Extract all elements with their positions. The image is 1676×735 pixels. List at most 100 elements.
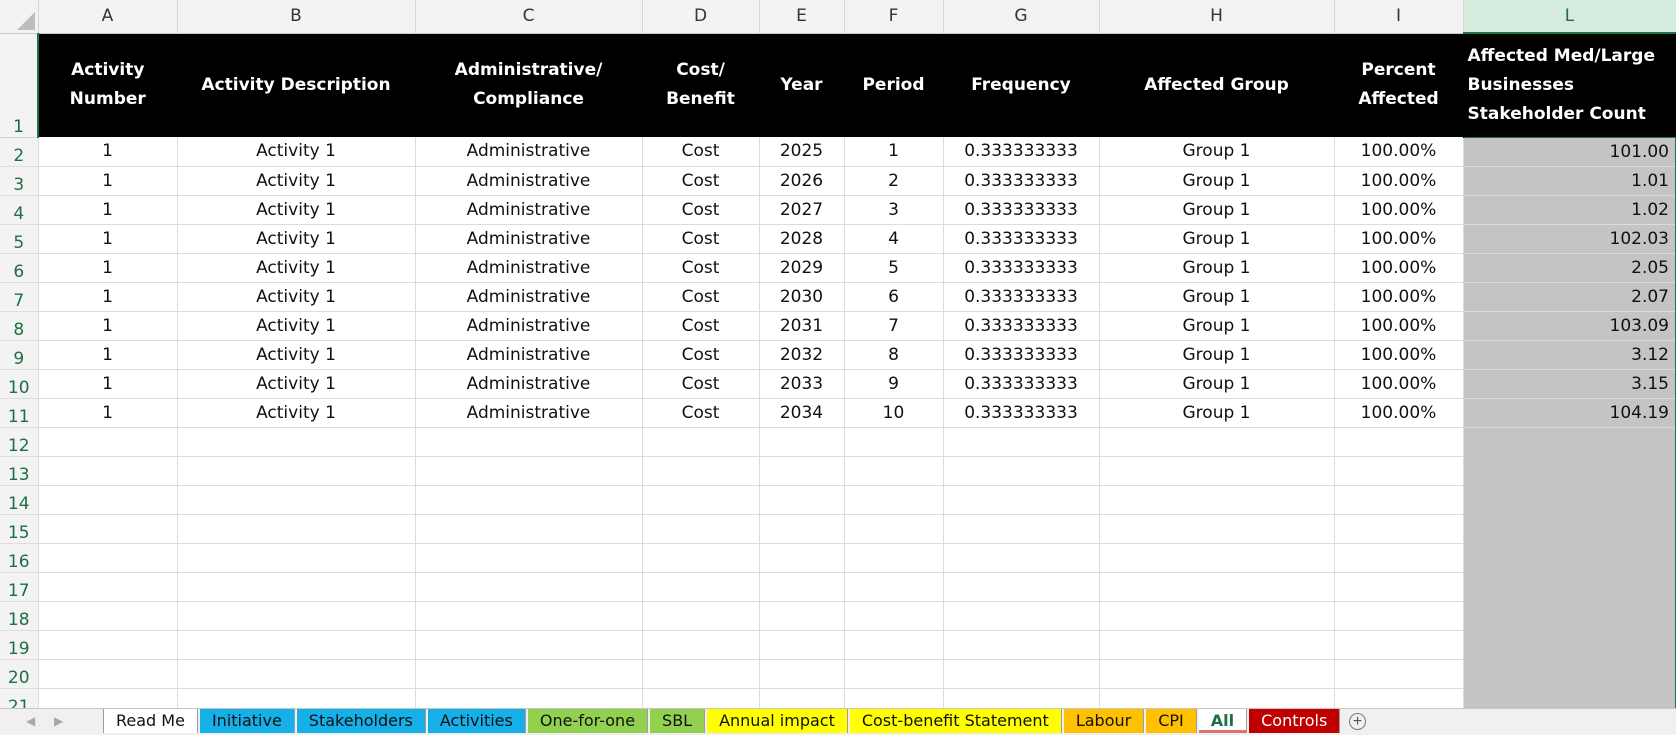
- cell-b[interactable]: Activity 1: [177, 311, 416, 341]
- row-header[interactable]: 20: [0, 659, 39, 689]
- empty-cell-f[interactable]: [844, 630, 944, 660]
- cell-a[interactable]: 1: [38, 311, 178, 341]
- empty-cell-e[interactable]: [759, 630, 845, 660]
- cell-f[interactable]: 4: [844, 224, 944, 254]
- cell-f[interactable]: 6: [844, 282, 944, 312]
- empty-cell-d[interactable]: [642, 514, 760, 544]
- empty-cell-e[interactable]: [759, 427, 845, 457]
- cell-d[interactable]: Cost: [642, 282, 760, 312]
- cell-d[interactable]: Cost: [642, 224, 760, 254]
- empty-cell-g[interactable]: [943, 688, 1100, 708]
- add-sheet-icon[interactable]: +: [1349, 713, 1366, 730]
- cell-i[interactable]: 100.00%: [1334, 398, 1464, 428]
- empty-cell-g[interactable]: [943, 485, 1100, 515]
- row-header[interactable]: 15: [0, 514, 39, 544]
- cell-e[interactable]: 2033: [759, 369, 845, 399]
- header-cell-i[interactable]: Percent Affected: [1334, 33, 1464, 137]
- empty-cell-c[interactable]: [415, 456, 643, 486]
- empty-cell-c[interactable]: [415, 485, 643, 515]
- empty-cell-g[interactable]: [943, 601, 1100, 631]
- row-header[interactable]: 5: [0, 224, 39, 254]
- empty-cell-e[interactable]: [759, 456, 845, 486]
- cell-c[interactable]: Administrative: [415, 253, 643, 283]
- empty-cell-i[interactable]: [1334, 572, 1464, 602]
- empty-cell-g[interactable]: [943, 543, 1100, 573]
- empty-cell-l[interactable]: [1462, 427, 1676, 457]
- sheet-tab-initiative[interactable]: Initiative: [199, 709, 295, 733]
- empty-cell-g[interactable]: [943, 572, 1100, 602]
- empty-cell-a[interactable]: [38, 456, 178, 486]
- cell-i[interactable]: 100.00%: [1334, 340, 1464, 370]
- empty-cell-a[interactable]: [38, 630, 178, 660]
- empty-cell-g[interactable]: [943, 659, 1100, 689]
- empty-cell-e[interactable]: [759, 514, 845, 544]
- cell-h[interactable]: Group 1: [1099, 195, 1335, 225]
- cell-a[interactable]: 1: [38, 195, 178, 225]
- empty-cell-h[interactable]: [1099, 456, 1335, 486]
- sheet-tab-controls[interactable]: Controls: [1249, 709, 1341, 733]
- cell-g[interactable]: 0.333333333: [943, 311, 1100, 341]
- empty-cell-f[interactable]: [844, 514, 944, 544]
- cell-d[interactable]: Cost: [642, 398, 760, 428]
- empty-cell-f[interactable]: [844, 456, 944, 486]
- row-header[interactable]: 8: [0, 311, 39, 341]
- empty-cell-h[interactable]: [1099, 601, 1335, 631]
- empty-cell-b[interactable]: [177, 572, 416, 602]
- row-header[interactable]: 14: [0, 485, 39, 515]
- cell-a[interactable]: 1: [38, 369, 178, 399]
- sheet-tab-sbl[interactable]: SBL: [650, 709, 706, 733]
- row-header[interactable]: 6: [0, 253, 39, 283]
- cell-g[interactable]: 0.333333333: [943, 166, 1100, 196]
- cell-l[interactable]: 2.07: [1462, 282, 1676, 312]
- empty-cell-f[interactable]: [844, 543, 944, 573]
- cell-g[interactable]: 0.333333333: [943, 195, 1100, 225]
- empty-cell-c[interactable]: [415, 572, 643, 602]
- cell-c[interactable]: Administrative: [415, 224, 643, 254]
- cell-i[interactable]: 100.00%: [1334, 253, 1464, 283]
- empty-cell-c[interactable]: [415, 601, 643, 631]
- cell-h[interactable]: Group 1: [1099, 369, 1335, 399]
- empty-cell-b[interactable]: [177, 543, 416, 573]
- row-header[interactable]: 19: [0, 630, 39, 660]
- empty-cell-h[interactable]: [1099, 572, 1335, 602]
- cell-e[interactable]: 2032: [759, 340, 845, 370]
- empty-cell-g[interactable]: [943, 630, 1100, 660]
- cell-f[interactable]: 3: [844, 195, 944, 225]
- cell-l[interactable]: 104.19: [1462, 398, 1676, 428]
- cell-c[interactable]: Administrative: [415, 282, 643, 312]
- empty-cell-a[interactable]: [38, 543, 178, 573]
- cell-l[interactable]: 102.03: [1462, 224, 1676, 254]
- scroll-left-icon[interactable]: ◀: [26, 714, 35, 728]
- cell-c[interactable]: Administrative: [415, 340, 643, 370]
- cell-i[interactable]: 100.00%: [1334, 282, 1464, 312]
- cell-c[interactable]: Administrative: [415, 195, 643, 225]
- scroll-right-icon[interactable]: ▶: [54, 714, 63, 728]
- cell-e[interactable]: 2029: [759, 253, 845, 283]
- row-header[interactable]: 13: [0, 456, 39, 486]
- cell-c[interactable]: Administrative: [415, 398, 643, 428]
- empty-cell-i[interactable]: [1334, 514, 1464, 544]
- cell-h[interactable]: Group 1: [1099, 253, 1335, 283]
- cell-b[interactable]: Activity 1: [177, 340, 416, 370]
- cell-f[interactable]: 8: [844, 340, 944, 370]
- cell-d[interactable]: Cost: [642, 369, 760, 399]
- empty-cell-f[interactable]: [844, 485, 944, 515]
- row-header[interactable]: 4: [0, 195, 39, 225]
- cell-a[interactable]: 1: [38, 166, 178, 196]
- cell-f[interactable]: 10: [844, 398, 944, 428]
- select-all-corner[interactable]: [0, 0, 39, 34]
- column-header-c[interactable]: C: [415, 0, 643, 34]
- empty-cell-h[interactable]: [1099, 427, 1335, 457]
- row-header[interactable]: 9: [0, 340, 39, 370]
- header-cell-h[interactable]: Affected Group: [1099, 33, 1335, 137]
- empty-cell-a[interactable]: [38, 427, 178, 457]
- row-header[interactable]: 7: [0, 282, 39, 312]
- sheet-tab-annual-impact[interactable]: Annual impact: [707, 709, 848, 733]
- empty-cell-l[interactable]: [1462, 543, 1676, 573]
- cell-e[interactable]: 2030: [759, 282, 845, 312]
- empty-cell-i[interactable]: [1334, 427, 1464, 457]
- row-header[interactable]: 11: [0, 398, 39, 428]
- cell-h[interactable]: Group 1: [1099, 311, 1335, 341]
- cell-d[interactable]: Cost: [642, 166, 760, 196]
- row-header[interactable]: 16: [0, 543, 39, 573]
